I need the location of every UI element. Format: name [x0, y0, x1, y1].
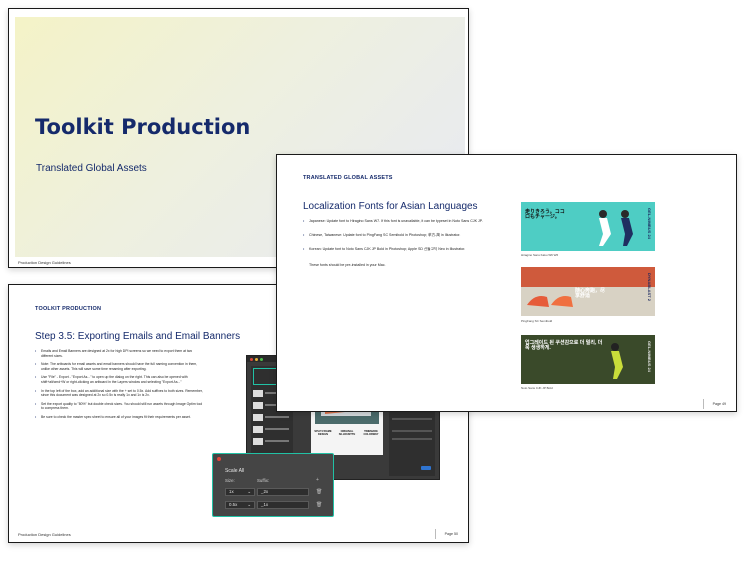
export-button[interactable] [421, 466, 431, 470]
section-header: TRANSLATED GLOBAL ASSETS [303, 175, 393, 181]
slide-title-heading: Toolkit Production [35, 115, 251, 139]
size-label: Size: [225, 478, 235, 483]
list-item: Japanese: Update font to Hiragino Sans W… [303, 219, 523, 224]
banner-chinese: 随心奔跑，尽享舒适 DYNABLAST 2 [521, 267, 655, 316]
font-list: Japanese: Update font to Hiragino Sans W… [303, 219, 523, 261]
list-item: Set the export quality to "80%" but doub… [35, 402, 205, 411]
banner-product: GEL-NIMBUS 24 [647, 341, 652, 372]
instruction-list: Emails and Email Banners are designed at… [35, 349, 205, 424]
suffix-input[interactable]: _1x [257, 501, 309, 509]
banner-japanese: 走りきろう。ココロもチャージ。 GEL-NIMBUS 24 [521, 202, 655, 251]
page-number: Page 50 [444, 532, 458, 536]
list-item: Chinese, Taiwanese: Update font to PingF… [303, 233, 523, 238]
suffix-label: Suffix: [257, 478, 270, 483]
canvas-label: SPLIT-FRAME DESIGN [314, 430, 332, 436]
banner-text: 走りきろう。ココロもチャージ。 [525, 209, 565, 220]
dialog-title: Scale All [225, 468, 245, 474]
size-select[interactable]: 1x ⌄ [225, 488, 255, 496]
banner-caption: Hiragino Sans Kaku W6 W6 [521, 253, 559, 257]
banner-text: 업그레이드 된 쿠션감으로 더 멀리, 더욱 생생하게. [525, 340, 603, 351]
add-icon[interactable]: + [316, 477, 319, 483]
banner-korean: 업그레이드 된 쿠션감으로 더 멀리, 더욱 생생하게. GEL-NIMBUS … [521, 335, 655, 384]
banner-caption: PingFang SC Semibold [521, 319, 553, 323]
presentation-collage: Toolkit Production Translated Global Ass… [0, 0, 750, 567]
list-item: Emails and Email Banners are designed at… [35, 349, 205, 358]
slide-heading: Step 3.5: Exporting Emails and Email Ban… [35, 331, 241, 342]
slide-footer: Production Design Guidelines [18, 532, 71, 537]
slide-subtitle: Translated Global Assets [36, 163, 147, 174]
trash-icon[interactable]: 🗑 [316, 489, 322, 495]
banner-product: DYNABLAST 2 [647, 273, 652, 302]
banner-caption: Noto Sans CJK JP Bold [521, 386, 553, 390]
banner-text: 随心奔跑，尽享舒适 [575, 288, 606, 299]
slide-heading: Localization Fonts for Asian Languages [303, 201, 478, 212]
list-item: Note: The artboards for email assets and… [35, 362, 205, 371]
list-item: In the top left of the box, add an addit… [35, 389, 205, 398]
scale-all-dialog: Scale All Size: Suffix: + 1x ⌄ _2x 🗑 0.5x… [212, 453, 334, 517]
banner-product: GEL-NIMBUS 24 [647, 208, 652, 239]
suffix-input[interactable]: _2x [257, 488, 309, 496]
close-icon[interactable] [217, 457, 221, 461]
install-note: These fonts should be pre-installed in y… [309, 263, 386, 267]
slide-localization-fonts: TRANSLATED GLOBAL ASSETS Localization Fo… [276, 154, 737, 412]
canvas-label: ORIGINAL SILHOUETTE [338, 430, 356, 436]
section-header: TOOLKIT PRODUCTION [35, 306, 102, 312]
size-select[interactable]: 0.5x ⌄ [225, 501, 255, 509]
trash-icon[interactable]: 🗑 [316, 502, 322, 508]
page-number: Page 49 [712, 402, 726, 406]
list-item: Be sure to check the master spec sheet t… [35, 415, 205, 420]
slide-footer: Production Design Guidelines [18, 260, 71, 265]
canvas-label: TIMEMADE COLORWAY [363, 430, 379, 436]
list-item: Korean: Update font to Noto Sans CJK JP … [303, 247, 523, 252]
divider [435, 529, 436, 539]
list-item: Use "File" - Export - "Export As..." to … [35, 375, 205, 384]
divider [703, 399, 704, 409]
